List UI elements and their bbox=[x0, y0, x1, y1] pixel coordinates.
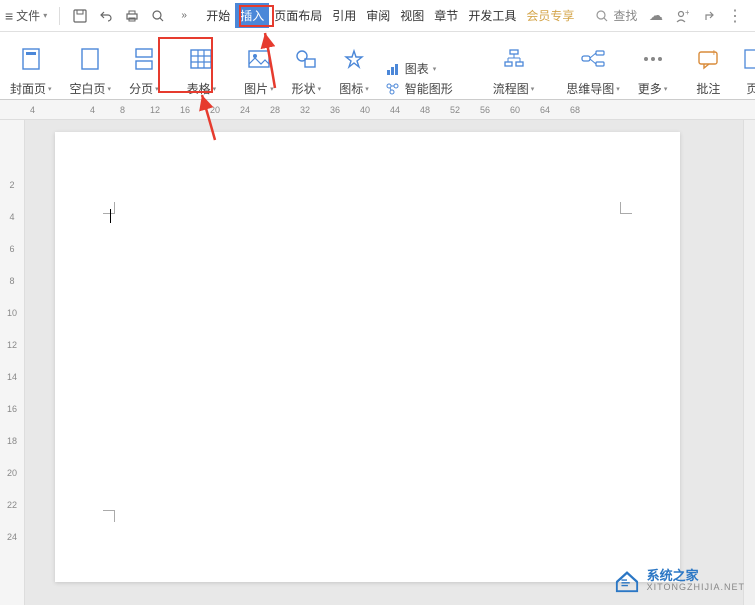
watermark-logo: 系统之家 XITONGZHIJIA.NET bbox=[613, 569, 745, 593]
picture-icon bbox=[246, 46, 272, 72]
pagenum-button-partial[interactable]: 页 bbox=[733, 46, 755, 97]
page-viewport[interactable] bbox=[25, 120, 743, 605]
mindmap-icon bbox=[580, 46, 606, 72]
margin-corner-tr bbox=[620, 202, 632, 214]
document-page[interactable] bbox=[55, 132, 680, 582]
more-icon bbox=[640, 46, 666, 72]
icon-library-icon bbox=[341, 46, 367, 72]
house-icon bbox=[613, 569, 641, 593]
horizontal-ruler[interactable]: 448121620242832364044485256606468 bbox=[0, 100, 755, 120]
tab-chapter[interactable]: 章节 bbox=[429, 3, 463, 28]
icon-button[interactable]: 图标▾ bbox=[333, 46, 375, 97]
save-icon[interactable] bbox=[72, 8, 88, 24]
preview-icon[interactable] bbox=[150, 8, 166, 24]
cover-page-button[interactable]: 封面页▾ bbox=[4, 46, 58, 97]
document-area: 24681012141618202224 bbox=[0, 120, 755, 605]
chevron-down-icon: ▾ bbox=[108, 85, 112, 93]
search-box[interactable]: 查找 bbox=[595, 7, 637, 24]
separator bbox=[59, 7, 60, 25]
shape-button[interactable]: 形状▾ bbox=[286, 46, 328, 97]
chevron-down-icon: ▾ bbox=[270, 85, 274, 93]
tab-reference[interactable]: 引用 bbox=[327, 3, 361, 28]
tab-review[interactable]: 审阅 bbox=[361, 3, 395, 28]
pagenum-icon bbox=[739, 46, 755, 72]
window-actions: ☁ + ⋮ bbox=[649, 6, 750, 26]
qat-more-icon[interactable]: » bbox=[176, 8, 192, 24]
shape-icon bbox=[293, 46, 319, 72]
chevron-down-icon: ▾ bbox=[664, 85, 668, 93]
picture-button[interactable]: 图片▾ bbox=[238, 46, 280, 97]
margin-corner-tl bbox=[103, 202, 115, 214]
vertical-scrollbar[interactable] bbox=[743, 120, 755, 605]
chevron-down-icon: ▾ bbox=[616, 85, 620, 93]
vertical-ruler[interactable]: 24681012141618202224 bbox=[0, 120, 25, 605]
text-cursor bbox=[110, 209, 111, 223]
smartart-button[interactable]: 智能图形 bbox=[385, 80, 453, 97]
smartart-icon bbox=[385, 81, 401, 97]
cloud-icon[interactable]: ☁ bbox=[649, 7, 663, 24]
comment-icon: + bbox=[695, 46, 721, 72]
svg-text:+: + bbox=[711, 48, 717, 59]
table-button[interactable]: 表格▾ bbox=[181, 46, 223, 97]
chart-icon bbox=[385, 61, 401, 77]
flowchart-icon bbox=[501, 46, 527, 72]
page-break-button[interactable]: 分页▾ bbox=[123, 46, 165, 97]
share-icon[interactable] bbox=[701, 9, 715, 23]
quick-access-toolbar: » bbox=[72, 8, 192, 24]
blank-page-button[interactable]: 空白页▾ bbox=[64, 46, 118, 97]
tab-page-layout[interactable]: 页面布局 bbox=[269, 3, 327, 28]
chevron-down-icon: ▾ bbox=[365, 85, 369, 93]
user-add-icon[interactable]: + bbox=[675, 9, 689, 23]
ruler-numbers: 448121620242832364044485256606468 bbox=[30, 105, 578, 115]
chevron-down-icon: ▾ bbox=[433, 65, 437, 73]
flowchart-button[interactable]: 流程图▾ bbox=[473, 46, 555, 97]
tabs-bar: 开始 插入 页面布局 引用 审阅 视图 章节 开发工具 会员专享 bbox=[201, 3, 579, 28]
margin-corner-bl bbox=[103, 510, 115, 522]
tab-vip[interactable]: 会员专享 bbox=[521, 3, 579, 28]
file-label: 文件 bbox=[16, 7, 40, 24]
blank-page-icon bbox=[77, 46, 103, 72]
tab-view[interactable]: 视图 bbox=[395, 3, 429, 28]
chevron-down-icon: ▾ bbox=[531, 85, 535, 93]
tab-insert[interactable]: 插入 bbox=[235, 3, 269, 28]
menu-left: ≡ 文件 ▾ » bbox=[5, 7, 192, 25]
menubar: ≡ 文件 ▾ » 开始 插入 页面布局 引用 审阅 视图 章节 开发工具 会员专… bbox=[0, 0, 755, 32]
kebab-icon[interactable]: ⋮ bbox=[727, 6, 742, 26]
chevron-down-icon: ▾ bbox=[155, 85, 159, 93]
watermark-subtitle: XITONGZHIJIA.NET bbox=[647, 583, 745, 593]
ribbon: 封面页▾ 空白页▾ 分页▾ 表格▾ 图片▾ 形状▾ 图标▾ 图表 ▾ 智能图形 bbox=[0, 32, 755, 100]
chevron-down-icon: ▾ bbox=[48, 85, 52, 93]
page-break-icon bbox=[131, 46, 157, 72]
more-button[interactable]: 更多▾ bbox=[632, 46, 674, 97]
tab-start[interactable]: 开始 bbox=[201, 3, 235, 28]
watermark-title: 系统之家 bbox=[647, 569, 745, 583]
search-icon bbox=[595, 9, 609, 23]
tab-devtools[interactable]: 开发工具 bbox=[463, 3, 521, 28]
chart-button[interactable]: 图表 ▾ bbox=[385, 60, 453, 77]
search-placeholder: 查找 bbox=[613, 7, 637, 24]
comment-button[interactable]: + 批注 bbox=[689, 46, 727, 97]
undo-icon[interactable] bbox=[98, 8, 114, 24]
print-icon[interactable] bbox=[124, 8, 140, 24]
svg-text:+: + bbox=[685, 9, 689, 17]
chart-smartart-group: 图表 ▾ 智能图形 bbox=[381, 60, 457, 97]
chevron-down-icon: ▾ bbox=[318, 85, 322, 93]
file-menu-button[interactable]: ≡ 文件 ▾ bbox=[5, 7, 47, 24]
mindmap-button[interactable]: 思维导图▾ bbox=[560, 46, 626, 97]
hamburger-icon: ≡ bbox=[5, 8, 13, 24]
dropdown-arrow-icon: ▾ bbox=[43, 11, 47, 20]
chevron-down-icon: ▾ bbox=[213, 85, 217, 93]
table-icon bbox=[188, 46, 214, 72]
cover-page-icon bbox=[18, 46, 44, 72]
